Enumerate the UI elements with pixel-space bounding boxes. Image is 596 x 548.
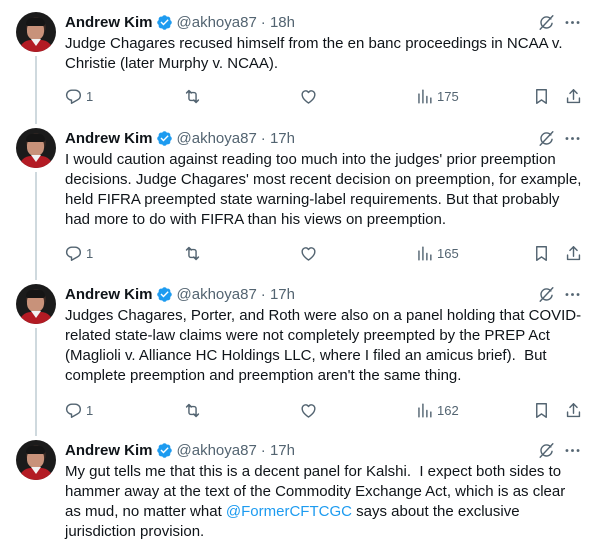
author-handle[interactable]: @akhoya87 <box>177 130 257 147</box>
heart-icon <box>299 87 318 106</box>
share-icon <box>564 87 583 106</box>
avatar[interactable] <box>16 12 56 52</box>
reply-button[interactable]: 1 <box>64 84 93 108</box>
tweet-header: Andrew Kim @akhoya87 · 17h <box>65 440 295 460</box>
retweet-icon <box>183 244 202 263</box>
bookmark-button[interactable] <box>532 241 551 265</box>
tweet-timestamp[interactable]: · 18h <box>261 14 295 31</box>
action-bar: 1 165 <box>58 241 588 265</box>
tweet-text: My gut tells me that this is a decent pa… <box>65 462 585 542</box>
reply-button[interactable]: 1 <box>64 398 93 422</box>
action-bar: 1 162 <box>58 398 588 422</box>
mention-link[interactable]: @FormerCFTCGC <box>226 503 352 520</box>
reply-icon <box>64 87 83 106</box>
tweet-timestamp[interactable]: · 17h <box>261 442 295 459</box>
tweet-header: Andrew Kim @akhoya87 · 18h <box>65 12 295 32</box>
tweet-text: Judge Chagares recused himself from the … <box>65 35 567 72</box>
views-count: 165 <box>437 245 459 261</box>
reply-button[interactable]: 1 <box>64 241 93 265</box>
verified-badge-icon <box>156 442 173 459</box>
share-button[interactable] <box>564 398 583 422</box>
share-icon <box>564 401 583 420</box>
tweet[interactable]: Andrew Kim @akhoya87 · 18h Judge Chagare… <box>0 0 596 120</box>
grok-icon[interactable] <box>537 285 556 304</box>
views-button[interactable]: 165 <box>415 241 459 265</box>
more-icon[interactable] <box>563 441 582 460</box>
avatar[interactable] <box>16 440 56 480</box>
tweet-text: I would caution against reading too much… <box>65 151 586 228</box>
views-button[interactable]: 162 <box>415 398 459 422</box>
tweet-timestamp[interactable]: · 17h <box>261 286 295 303</box>
share-icon <box>564 244 583 263</box>
bookmark-button[interactable] <box>532 398 551 422</box>
action-bar: 1 175 <box>58 84 588 108</box>
more-icon[interactable] <box>563 13 582 32</box>
grok-icon[interactable] <box>537 129 556 148</box>
views-icon <box>415 244 434 263</box>
verified-badge-icon <box>156 130 173 147</box>
tweet[interactable]: Andrew Kim @akhoya87 · 17h I would cauti… <box>0 116 596 276</box>
bookmark-icon <box>532 244 551 263</box>
reply-icon <box>64 244 83 263</box>
retweet-button[interactable] <box>183 398 202 422</box>
more-icon[interactable] <box>563 285 582 304</box>
author-name[interactable]: Andrew Kim <box>65 14 153 31</box>
tweet[interactable]: Andrew Kim @akhoya87 · 17h Judges Chagar… <box>0 272 596 432</box>
bookmark-button[interactable] <box>532 84 551 108</box>
like-button[interactable] <box>299 241 318 265</box>
avatar[interactable] <box>16 128 56 168</box>
reply-count: 1 <box>86 402 94 418</box>
avatar[interactable] <box>16 284 56 324</box>
views-icon <box>415 87 434 106</box>
grok-icon[interactable] <box>537 13 556 32</box>
author-handle[interactable]: @akhoya87 <box>177 14 257 31</box>
author-handle[interactable]: @akhoya87 <box>177 442 257 459</box>
views-count: 162 <box>437 402 459 418</box>
verified-badge-icon <box>156 286 173 303</box>
reply-count: 1 <box>86 88 94 104</box>
retweet-icon <box>183 401 202 420</box>
views-count: 175 <box>437 88 459 104</box>
tweet-header: Andrew Kim @akhoya87 · 17h <box>65 284 295 304</box>
heart-icon <box>299 244 318 263</box>
more-icon[interactable] <box>563 129 582 148</box>
reply-count: 1 <box>86 245 94 261</box>
like-button[interactable] <box>299 84 318 108</box>
reply-icon <box>64 401 83 420</box>
grok-icon[interactable] <box>537 441 556 460</box>
share-button[interactable] <box>564 84 583 108</box>
heart-icon <box>299 401 318 420</box>
tweet[interactable]: Andrew Kim @akhoya87 · 17h My gut tells … <box>0 428 596 548</box>
retweet-icon <box>183 87 202 106</box>
author-name[interactable]: Andrew Kim <box>65 286 153 303</box>
views-icon <box>415 401 434 420</box>
author-name[interactable]: Andrew Kim <box>65 130 153 147</box>
tweet-text: Judges Chagares, Porter, and Roth were a… <box>65 307 582 384</box>
share-button[interactable] <box>564 241 583 265</box>
verified-badge-icon <box>156 14 173 31</box>
retweet-button[interactable] <box>183 84 202 108</box>
tweet-header: Andrew Kim @akhoya87 · 17h <box>65 128 295 148</box>
bookmark-icon <box>532 87 551 106</box>
retweet-button[interactable] <box>183 241 202 265</box>
views-button[interactable]: 175 <box>415 84 459 108</box>
like-button[interactable] <box>299 398 318 422</box>
tweet-timestamp[interactable]: · 17h <box>261 130 295 147</box>
bookmark-icon <box>532 401 551 420</box>
author-name[interactable]: Andrew Kim <box>65 442 153 459</box>
author-handle[interactable]: @akhoya87 <box>177 286 257 303</box>
